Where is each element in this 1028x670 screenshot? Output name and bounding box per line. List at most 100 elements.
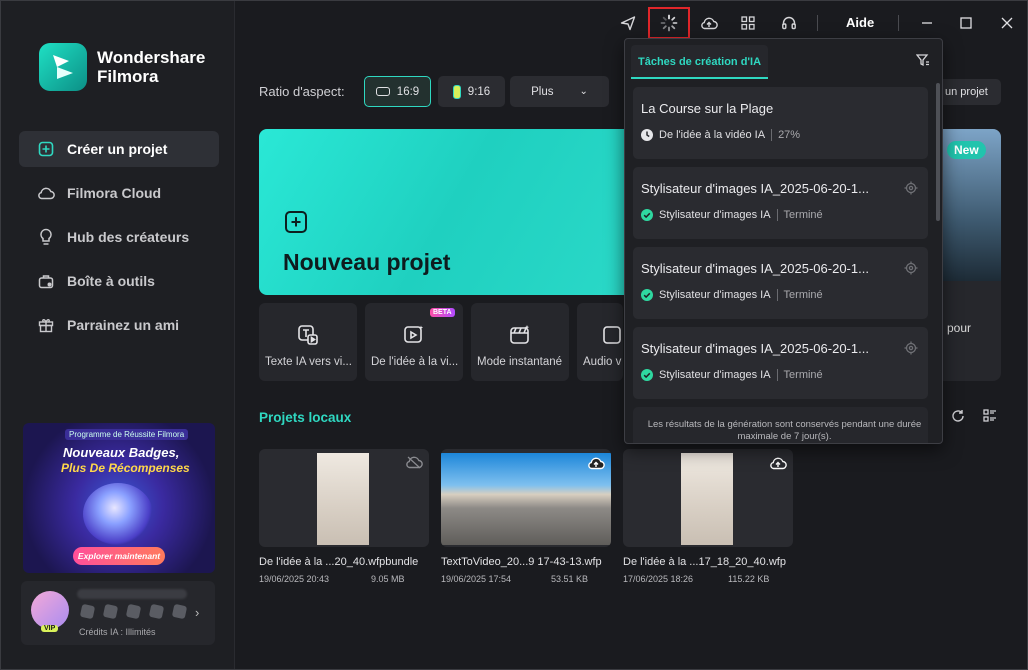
task-item[interactable]: Stylisateur d'images IA_2025-06-20-1... … [633, 167, 928, 239]
task-type: Stylisateur d'images IA [659, 209, 771, 221]
task-title: La Course sur la Plage [641, 101, 774, 116]
quick-action-idea-to-video[interactable]: BETA De l'idée à la vi... [365, 303, 463, 381]
sidebar-item-refer-friend[interactable]: Parrainez un ami [19, 307, 219, 343]
project-thumbnail[interactable] [623, 449, 793, 547]
avatar [31, 591, 69, 629]
sidebar-nav: Créer un projet Filmora Cloud Hub des cr… [19, 131, 219, 351]
username-blurred [77, 589, 187, 599]
filmora-logo [39, 43, 87, 91]
beta-badge: BETA [430, 308, 455, 317]
task-item[interactable]: Stylisateur d'images IA_2025-06-20-1... … [633, 247, 928, 319]
send-icon[interactable] [618, 13, 638, 33]
promo-subheadline: Plus De Récompenses [61, 461, 190, 475]
aspect-9-16-button[interactable]: 9:16 [438, 76, 505, 107]
audio-icon [601, 323, 625, 347]
portrait-icon [452, 84, 461, 99]
open-project-button[interactable]: un projet [943, 79, 1001, 105]
task-item[interactable]: La Course sur la Plage De l'idée à la vi… [633, 87, 928, 159]
locate-icon[interactable] [904, 261, 918, 280]
text-to-video-icon [296, 323, 320, 347]
ai-tasks-panel: Tâches de création d'IA La Course sur la… [624, 38, 943, 444]
explore-now-button[interactable]: Explorer maintenant [73, 547, 165, 565]
sidebar: Wondershare Filmora Créer un projet Film… [1, 1, 235, 669]
sidebar-item-toolbox[interactable]: Boîte à outils [19, 263, 219, 299]
cloud-upload-icon[interactable] [699, 13, 719, 33]
status-divider [776, 209, 778, 221]
task-status: Stylisateur d'images IA Terminé [641, 369, 823, 381]
project-file-name: De l'idée à la ...20_40.wfpbundle [259, 556, 419, 568]
aspect-more-dropdown[interactable]: Plus ⌄ [510, 76, 609, 107]
app-window: Wondershare Filmora Créer un projet Film… [0, 0, 1028, 670]
quick-action-label: De l'idée à la vi... [371, 356, 459, 368]
project-file-size: 53.51 KB [551, 574, 589, 584]
project-file-name: De l'idée à la ...17_18_20_40.wfp [623, 556, 786, 568]
quick-action-audio[interactable]: Audio v [577, 303, 623, 381]
promo-banner[interactable]: Programme de Réussite Filmora Nouveaux B… [23, 423, 215, 573]
maximize-icon[interactable] [956, 13, 976, 33]
task-title: Stylisateur d'images IA_2025-06-20-1... [641, 261, 869, 276]
list-view-icon[interactable] [983, 409, 997, 428]
task-item[interactable]: Stylisateur d'images IA_2025-06-20-1... … [633, 327, 928, 399]
toolbox-icon [37, 272, 55, 290]
ai-tasks-loading-icon[interactable] [659, 13, 679, 33]
badge-icon [102, 603, 119, 620]
new-project-card[interactable]: + Nouveau projet [259, 129, 639, 295]
task-type: De l'idée à la vidéo IA [659, 129, 766, 141]
minimize-icon[interactable] [917, 13, 937, 33]
locate-icon[interactable] [904, 341, 918, 360]
check-circle-icon [641, 289, 653, 301]
check-circle-icon [641, 209, 653, 221]
cloud-upload-icon[interactable] [587, 455, 605, 476]
sidebar-item-label: Créer un projet [67, 141, 168, 157]
new-project-title: Nouveau projet [283, 249, 451, 275]
task-progress: 27% [778, 129, 801, 141]
cloud-upload-icon[interactable] [769, 455, 787, 476]
sidebar-item-label: Boîte à outils [67, 273, 155, 289]
sidebar-item-creator-hub[interactable]: Hub des créateurs [19, 219, 219, 255]
refresh-icon[interactable] [951, 409, 965, 428]
promo-headline: Nouveaux Badges, [63, 445, 180, 460]
thumbnail-image [317, 453, 369, 545]
local-projects-title: Projets locaux [259, 410, 352, 425]
sidebar-item-filmora-cloud[interactable]: Filmora Cloud [19, 175, 219, 211]
help-button[interactable]: Aide [846, 15, 874, 30]
locate-icon[interactable] [904, 181, 918, 200]
project-file-name: TextToVideo_20...9 17-43-13.wfp [441, 556, 602, 568]
task-status: De l'idée à la vidéo IA 27% [641, 129, 800, 141]
plus-square-icon [37, 140, 55, 158]
feature-card[interactable]: New pour [941, 129, 1001, 381]
project-file-size: 115.22 KB [728, 574, 770, 584]
sidebar-item-label: Filmora Cloud [67, 185, 162, 201]
quick-action-label: Mode instantané [477, 356, 563, 368]
task-type: Stylisateur d'images IA [659, 289, 771, 301]
scrollbar[interactable] [936, 83, 940, 221]
tab-ai-creation-tasks[interactable]: Tâches de création d'IA [631, 45, 769, 79]
project-thumbnail[interactable] [259, 449, 429, 547]
user-card[interactable]: VIP Crédits IA : Illimités › [21, 581, 215, 645]
badge-icon [148, 603, 165, 620]
sidebar-item-label: Hub des créateurs [67, 229, 190, 245]
task-state: Terminé [783, 369, 823, 381]
brand-name: Wondershare Filmora [97, 48, 206, 86]
quick-action-label: Texte IA vers vi... [265, 356, 352, 368]
grid-apps-icon[interactable] [738, 13, 758, 33]
cloud-icon [37, 184, 55, 202]
sidebar-item-create-project[interactable]: Créer un projet [19, 131, 219, 167]
cloud-icon[interactable] [405, 455, 423, 474]
aspect-9-16-label: 9:16 [467, 85, 491, 98]
thumbnail-image [681, 453, 733, 545]
project-file-date: 19/06/2025 17:54 [441, 574, 512, 584]
retention-note: Les résultats de la génération sont cons… [625, 419, 944, 443]
quick-action-ai-text-to-video[interactable]: Texte IA vers vi... [259, 303, 357, 381]
close-icon[interactable] [997, 13, 1017, 33]
quick-action-instant-mode[interactable]: Mode instantané [471, 303, 569, 381]
landscape-icon [375, 87, 390, 96]
project-thumbnail[interactable] [441, 449, 611, 547]
aspect-16-9-button[interactable]: 16:9 [364, 76, 431, 107]
badge-icon [171, 603, 188, 620]
aspect-16-9-label: 16:9 [396, 85, 420, 98]
filter-icon[interactable] [915, 53, 930, 72]
headset-support-icon[interactable] [779, 13, 799, 33]
status-divider [776, 369, 778, 381]
chevron-right-icon: › [195, 605, 200, 620]
